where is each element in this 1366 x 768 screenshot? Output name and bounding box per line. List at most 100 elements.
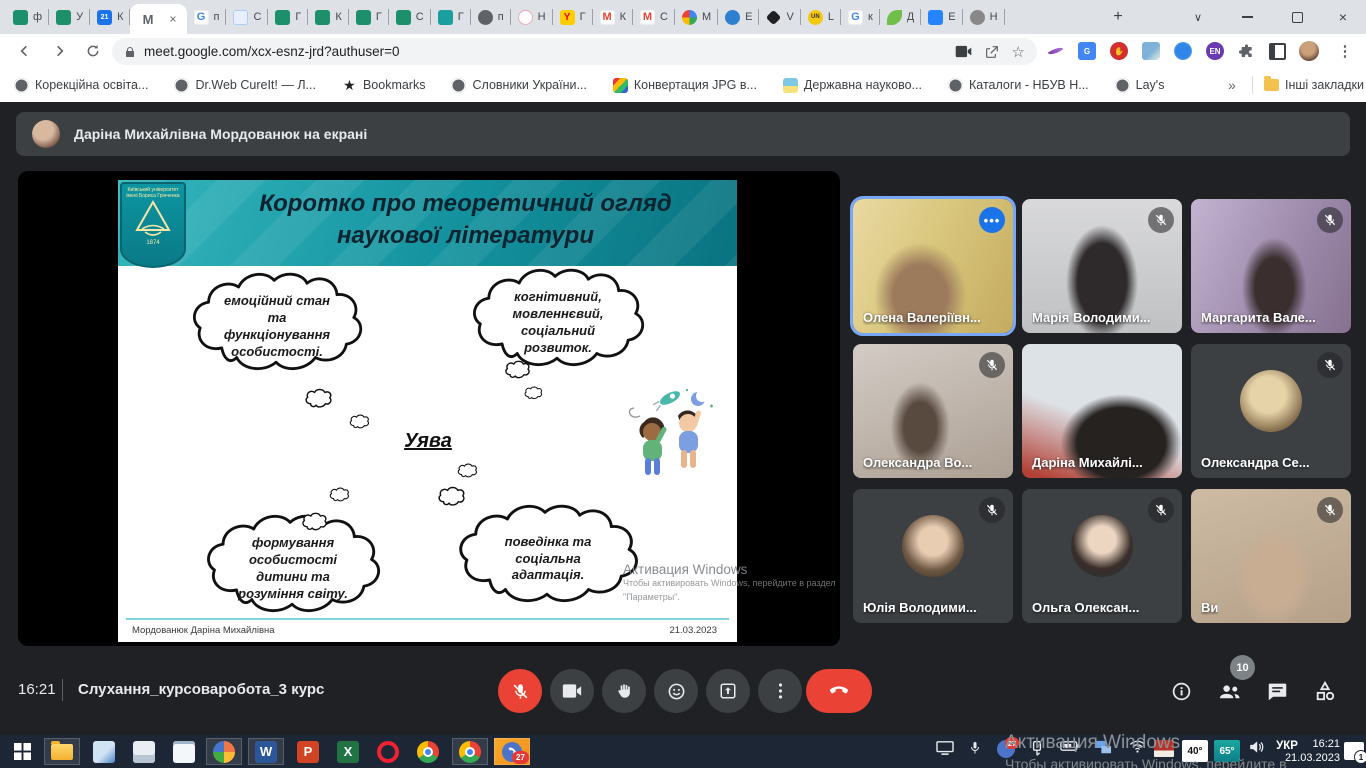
extension-translate-icon[interactable]: G — [1076, 40, 1098, 62]
browser-tab[interactable]: Г × — [268, 0, 308, 34]
share-icon[interactable] — [984, 44, 1000, 60]
browser-tab[interactable]: Н × — [963, 0, 1005, 34]
camera-in-use-icon[interactable] — [955, 45, 972, 58]
extension-en-icon[interactable]: EN — [1204, 40, 1226, 62]
browser-tab[interactable]: К × — [308, 0, 348, 34]
meeting-details-button[interactable] — [1168, 678, 1194, 704]
browser-tab[interactable]: У × — [49, 0, 90, 34]
taskbar-file-explorer[interactable] — [44, 738, 80, 765]
participant-tile[interactable]: Маргарита Вале... — [1191, 199, 1351, 333]
reactions-button[interactable] — [654, 669, 698, 713]
globe-favicon — [948, 78, 963, 93]
browser-tab[interactable]: Г × — [349, 0, 389, 34]
participants-button[interactable] — [1216, 678, 1242, 704]
camera-toggle-button[interactable] — [550, 669, 594, 713]
profile-avatar[interactable] — [1298, 40, 1320, 62]
activities-button[interactable] — [1312, 678, 1338, 704]
bookmark-item[interactable]: Конвертация JPG в... — [613, 78, 757, 93]
browser-tab[interactable]: п × — [471, 0, 511, 34]
other-bookmarks-button[interactable]: Інші закладки — [1264, 78, 1364, 92]
taskbar-paint[interactable] — [206, 738, 242, 765]
participant-tile[interactable]: Олександра Се... — [1191, 344, 1351, 478]
participant-tile[interactable]: Марія Володими... — [1022, 199, 1182, 333]
participant-tile[interactable]: Даріна Михайлі... — [1022, 344, 1182, 478]
bookmark-item[interactable]: Каталоги - НБУВ Н... — [948, 78, 1089, 93]
bookmark-item[interactable]: Словники України... — [451, 78, 586, 93]
bookmark-item[interactable]: Державна науково... — [783, 78, 922, 93]
bookmark-item[interactable]: ★ Bookmarks — [342, 78, 426, 93]
taskbar-calculator[interactable] — [126, 738, 162, 765]
bookmark-star-icon[interactable]: ☆ — [1012, 43, 1025, 61]
bookmark-item[interactable]: Lay's — [1115, 78, 1165, 93]
forward-button[interactable] — [46, 38, 72, 64]
more-options-button[interactable] — [758, 669, 802, 713]
browser-tab[interactable]: M С × — [633, 0, 675, 34]
taskbar-notepad[interactable] — [166, 738, 202, 765]
extension-blue-dot-icon[interactable] — [1172, 40, 1194, 62]
tile-options-button[interactable]: ••• — [979, 207, 1005, 233]
browser-tab[interactable]: Г × — [431, 0, 471, 34]
browser-tab[interactable]: Д × — [880, 0, 921, 34]
taskbar-powerpoint[interactable] — [290, 738, 326, 765]
address-bar[interactable]: meet.google.com/xcx-esnz-jrd?authuser=0 … — [112, 38, 1037, 65]
taskbar-report-app[interactable] — [86, 738, 122, 765]
thought-puff — [523, 386, 543, 400]
taskbar-messenger[interactable]: 27 — [494, 738, 530, 765]
participant-tile[interactable]: ••• Олена Валеріївн... — [853, 199, 1013, 333]
raise-hand-button[interactable] — [602, 669, 646, 713]
tab-close-button[interactable]: × — [169, 12, 176, 26]
extension-adblock-icon[interactable]: ✋ — [1108, 40, 1130, 62]
tray-monitor-icon[interactable] — [934, 740, 956, 756]
present-button[interactable] — [706, 669, 750, 713]
window-minimize-button[interactable] — [1224, 0, 1270, 34]
browser-tab[interactable]: С × — [389, 0, 431, 34]
browser-menu-icon[interactable]: ⋮ — [1334, 40, 1356, 62]
browser-tab[interactable]: G п × — [187, 0, 227, 34]
taskbar-opera[interactable] — [370, 738, 406, 765]
browser-tab[interactable]: G к × — [841, 0, 880, 34]
browser-tab[interactable]: М × — [130, 4, 186, 34]
extension-quill-icon[interactable] — [1044, 40, 1066, 62]
meeting-name: Слухання_курсоваробота_3 курс — [78, 681, 324, 698]
taskbar-word[interactable] — [248, 738, 284, 765]
browser-tab[interactable]: Е × — [921, 0, 962, 34]
participant-tile[interactable]: Олександра Во... — [853, 344, 1013, 478]
url-text[interactable]: meet.google.com/xcx-esnz-jrd?authuser=0 — [144, 44, 943, 59]
browser-tab[interactable]: Е × — [718, 0, 759, 34]
taskbar-chrome[interactable] — [410, 738, 446, 765]
bookmark-item[interactable]: Корекційна освіта... — [14, 78, 148, 93]
new-tab-button[interactable]: + — [1108, 7, 1128, 27]
extension-profile-doc-icon[interactable] — [1140, 40, 1162, 62]
hang-up-button[interactable] — [806, 669, 872, 713]
browser-tab[interactable]: M К × — [593, 0, 633, 34]
taskbar-chrome-profile[interactable] — [452, 738, 488, 765]
taskbar-excel[interactable] — [330, 738, 366, 765]
browser-tab[interactable]: С × — [226, 0, 268, 34]
browser-tab[interactable]: 21 К × — [90, 0, 130, 34]
browser-tab[interactable]: ф × — [6, 0, 49, 34]
bookmarks-overflow-button[interactable]: » — [1228, 77, 1236, 93]
extensions-puzzle-icon[interactable] — [1236, 40, 1258, 62]
participant-tile[interactable]: Ви — [1191, 489, 1351, 623]
browser-tab[interactable]: UN L × — [801, 0, 841, 34]
browser-tab[interactable]: V × — [759, 0, 800, 34]
presentation-stage[interactable]: Київський університет імені Бориса Грінч… — [18, 171, 840, 646]
tab-search-button[interactable]: ∨ — [1178, 0, 1218, 34]
window-close-button[interactable]: × — [1320, 0, 1366, 34]
mic-off-icon — [1148, 207, 1174, 233]
reading-mode-icon[interactable] — [1266, 40, 1288, 62]
browser-tab[interactable]: Н × — [511, 0, 553, 34]
start-button[interactable] — [4, 738, 40, 765]
reload-button[interactable] — [80, 38, 106, 64]
chat-button[interactable] — [1264, 678, 1290, 704]
presenting-banner-text: Даріна Михайлівна Мордованюк на екрані — [74, 126, 367, 142]
tray-mic-icon[interactable] — [964, 740, 986, 756]
tray-notifications-icon[interactable]: 1 — [1344, 742, 1364, 760]
participant-tile[interactable]: Ольга Олексан... — [1022, 489, 1182, 623]
bookmark-item[interactable]: Dr.Web CureIt! — Л... — [174, 78, 316, 93]
browser-tab[interactable]: Y Г × — [553, 0, 593, 34]
back-button[interactable] — [12, 38, 38, 64]
mic-toggle-button[interactable] — [498, 669, 542, 713]
browser-tab[interactable]: М × — [675, 0, 718, 34]
window-maximize-button[interactable] — [1274, 0, 1320, 34]
